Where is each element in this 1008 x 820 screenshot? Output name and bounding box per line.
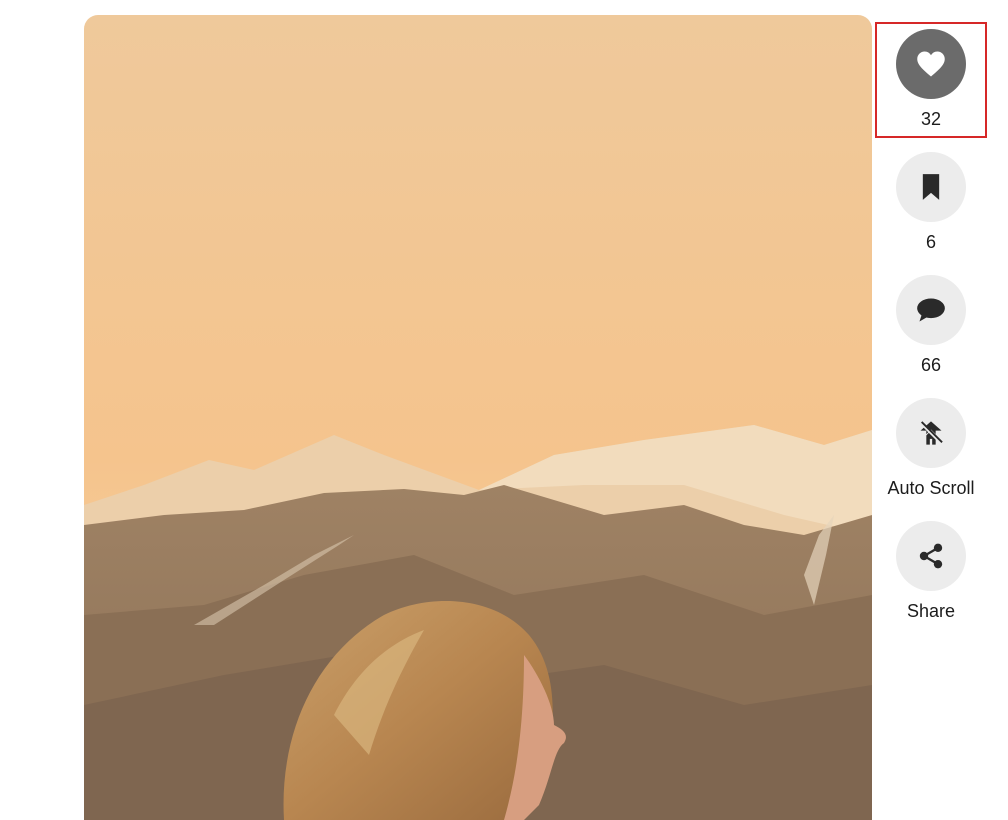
bookmark-icon bbox=[922, 174, 940, 200]
like-count: 32 bbox=[920, 109, 942, 129]
share-button-circle[interactable] bbox=[896, 521, 966, 591]
like-button-circle[interactable] bbox=[896, 29, 966, 99]
like-button[interactable]: 32 bbox=[875, 29, 987, 130]
heart-icon bbox=[917, 51, 945, 77]
share-label: Share bbox=[906, 601, 956, 621]
share-icon bbox=[919, 543, 943, 569]
share-button[interactable]: Share bbox=[875, 521, 987, 622]
comment-button-circle[interactable] bbox=[896, 275, 966, 345]
autoscroll-icon bbox=[919, 421, 943, 445]
autoscroll-label: Auto Scroll bbox=[887, 478, 975, 498]
video-frame bbox=[84, 15, 872, 820]
autoscroll-button-circle[interactable] bbox=[896, 398, 966, 468]
comment-button[interactable]: 66 bbox=[875, 275, 987, 376]
comment-count: 66 bbox=[920, 355, 942, 375]
video-player[interactable] bbox=[84, 15, 872, 820]
post-viewer: 32 6 66 Auto Scroll Share bbox=[0, 0, 1008, 820]
save-button[interactable]: 6 bbox=[875, 152, 987, 253]
save-count: 6 bbox=[925, 232, 936, 252]
save-button-circle[interactable] bbox=[896, 152, 966, 222]
comment-icon bbox=[917, 298, 945, 322]
autoscroll-button[interactable]: Auto Scroll bbox=[875, 398, 987, 499]
